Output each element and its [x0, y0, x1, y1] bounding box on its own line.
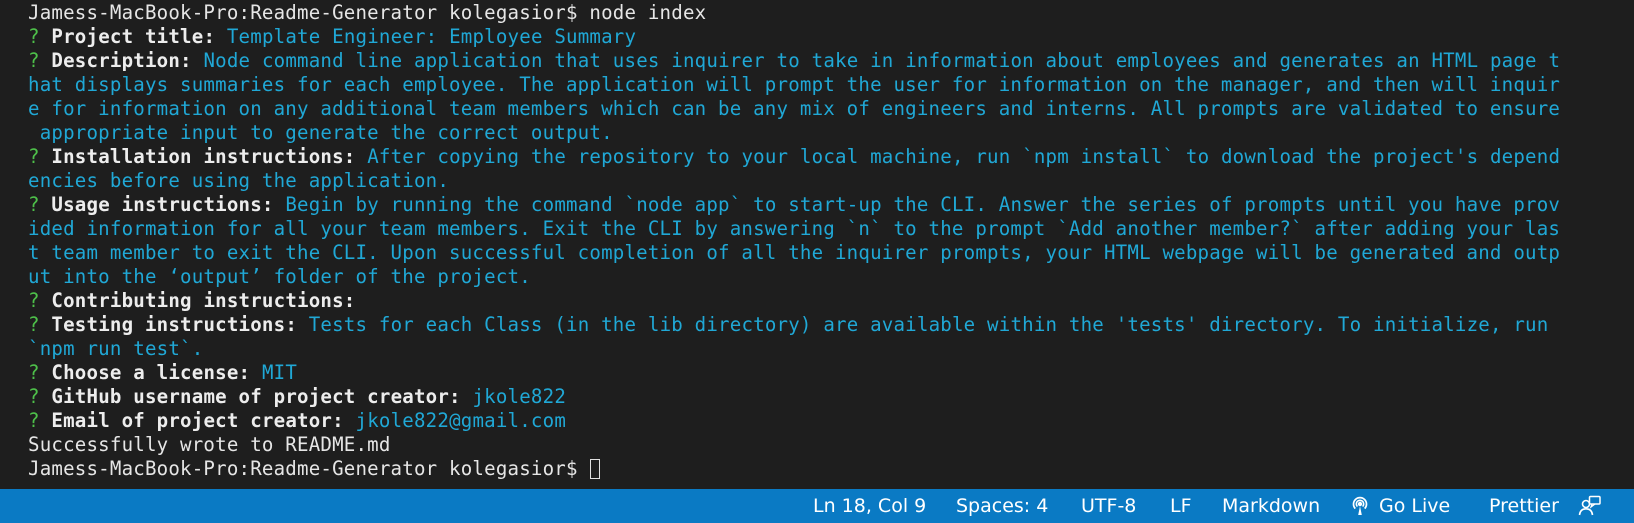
- broadcast-icon: [1352, 496, 1368, 515]
- prompt-answer: Template Engineer: Employee Summary: [226, 25, 637, 48]
- success-message: Successfully wrote to README.md: [28, 433, 391, 456]
- prompt-answer-continuation: ut into the ‘output’ folder of the proje…: [28, 265, 531, 288]
- prompt-answer: Node command line application that uses …: [203, 49, 1561, 72]
- prompt-answer-continuation: encies before using the application.: [28, 169, 450, 192]
- command-text: Jamess-MacBook-Pro:Readme-Generator kole…: [28, 1, 707, 24]
- terminal-cursor: [590, 459, 601, 479]
- question-mark-icon: ?: [28, 25, 40, 48]
- question-mark-icon: ?: [28, 289, 40, 312]
- question-mark-icon: ?: [28, 193, 40, 216]
- prompt-label: Usage instructions:: [51, 193, 274, 216]
- shell-prompt: Jamess-MacBook-Pro:Readme-Generator kole…: [28, 457, 590, 480]
- prompt-label: Choose a license:: [51, 361, 251, 384]
- go-live-button[interactable]: Go Live: [1350, 489, 1454, 523]
- line-ending-indicator[interactable]: LF: [1170, 489, 1192, 523]
- prompt-line-testing: ? Testing instructions: Tests for each C…: [28, 313, 1628, 337]
- prompt-line-description: ? Description: Node command line applica…: [28, 49, 1628, 73]
- prompt-label: GitHub username of project creator:: [51, 385, 461, 408]
- prompt-label: Testing instructions:: [51, 313, 298, 336]
- prompt-line-usage: ? Usage instructions: Begin by running t…: [28, 193, 1628, 217]
- go-live-label: Go Live: [1379, 495, 1451, 517]
- terminal-output: Jamess-MacBook-Pro:Readme-Generator kole…: [28, 1, 1628, 481]
- prompt-line-github: ? GitHub username of project creator: jk…: [28, 385, 1628, 409]
- prompt-answer-continuation: t team member to exit the CLI. Upon succ…: [28, 241, 1561, 264]
- prompt-line-license: ? Choose a license: MIT: [28, 361, 1628, 385]
- prompt-line-title: ? Project title: Template Engineer: Empl…: [28, 25, 1628, 49]
- indentation-indicator[interactable]: Spaces: 4: [956, 489, 1048, 523]
- prompt-answer-continuation: appropriate input to generate the correc…: [28, 121, 613, 144]
- prompt-answer-continuation: ided information for all your team membe…: [28, 217, 1561, 240]
- question-mark-icon: ?: [28, 313, 40, 336]
- encoding-indicator[interactable]: UTF-8: [1081, 489, 1136, 523]
- prompt-line-email: ? Email of project creator: jkole822@gma…: [28, 409, 1628, 433]
- prompt-line-installation: ? Installation instructions: After copyi…: [28, 145, 1628, 169]
- question-mark-icon: ?: [28, 361, 40, 384]
- language-mode-indicator[interactable]: Markdown: [1222, 489, 1320, 523]
- question-mark-icon: ?: [28, 49, 40, 72]
- command-prompt-line[interactable]: Jamess-MacBook-Pro:Readme-Generator kole…: [28, 457, 1628, 481]
- command-prompt-line: Jamess-MacBook-Pro:Readme-Generator kole…: [28, 1, 1628, 25]
- prompt-label: Project title:: [51, 25, 216, 48]
- prompt-label: Installation instructions:: [51, 145, 356, 168]
- prompt-answer: After copying the repository to your loc…: [367, 145, 1561, 168]
- status-bar: Ln 18, Col 9 Spaces: 4 UTF-8 LF Markdown…: [0, 489, 1634, 523]
- prompt-answer-continuation: `npm run test`.: [28, 337, 204, 360]
- prettier-button[interactable]: Prettier: [1489, 489, 1559, 523]
- prompt-answer-continuation: hat displays summaries for each employee…: [28, 73, 1561, 96]
- terminal-panel[interactable]: Jamess-MacBook-Pro:Readme-Generator kole…: [0, 0, 1634, 489]
- prompt-answer: Tests for each Class (in the lib directo…: [308, 313, 1549, 336]
- prompt-line-contributing: ? Contributing instructions:: [28, 289, 1628, 313]
- prompt-label: Email of project creator:: [51, 409, 344, 432]
- prompt-answer: MIT: [261, 361, 298, 384]
- cursor-position-indicator[interactable]: Ln 18, Col 9: [813, 489, 926, 523]
- question-mark-icon: ?: [28, 409, 40, 432]
- prompt-answer: jkole822@gmail.com: [355, 409, 567, 432]
- prompt-answer-continuation: e for information on any additional team…: [28, 97, 1561, 120]
- prompt-answer: jkole822: [472, 385, 567, 408]
- feedback-button[interactable]: [1578, 489, 1602, 523]
- question-mark-icon: ?: [28, 385, 40, 408]
- prompt-answer: Begin by running the command `node app` …: [285, 193, 1561, 216]
- feedback-person-icon: [1578, 495, 1601, 516]
- question-mark-icon: ?: [28, 145, 40, 168]
- prompt-label: Description:: [51, 49, 192, 72]
- prompt-label: Contributing instructions:: [51, 289, 356, 312]
